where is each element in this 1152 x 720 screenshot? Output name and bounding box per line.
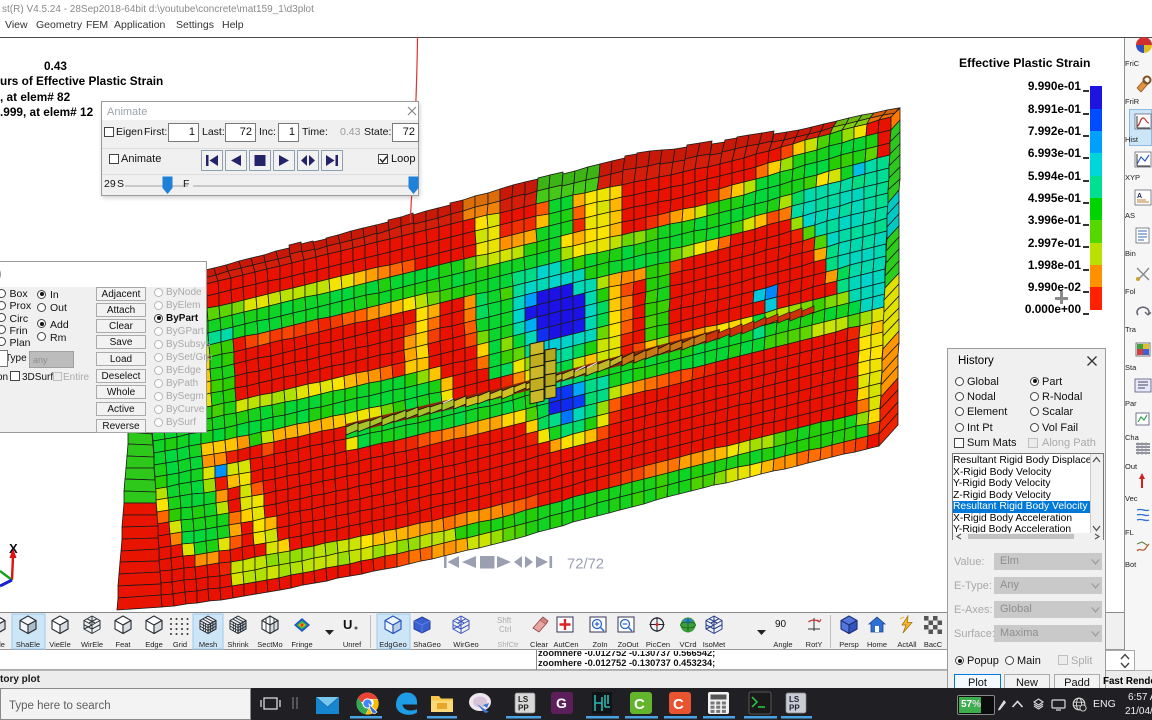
svg-text:U: U <box>343 617 352 632</box>
svg-text:C: C <box>634 696 645 713</box>
svg-text:PP: PP <box>789 704 800 713</box>
svg-text:PP: PP <box>518 704 529 713</box>
svg-text:G: G <box>556 695 567 711</box>
svg-text:C: C <box>673 696 684 713</box>
svg-text:Ctrl: Ctrl <box>499 625 512 634</box>
svg-text:90: 90 <box>775 619 787 630</box>
svg-text:X: X <box>9 541 18 556</box>
svg-text:A: A <box>1137 193 1142 200</box>
svg-text:Shft: Shft <box>497 616 512 625</box>
svg-text:72/72: 72/72 <box>567 557 604 573</box>
